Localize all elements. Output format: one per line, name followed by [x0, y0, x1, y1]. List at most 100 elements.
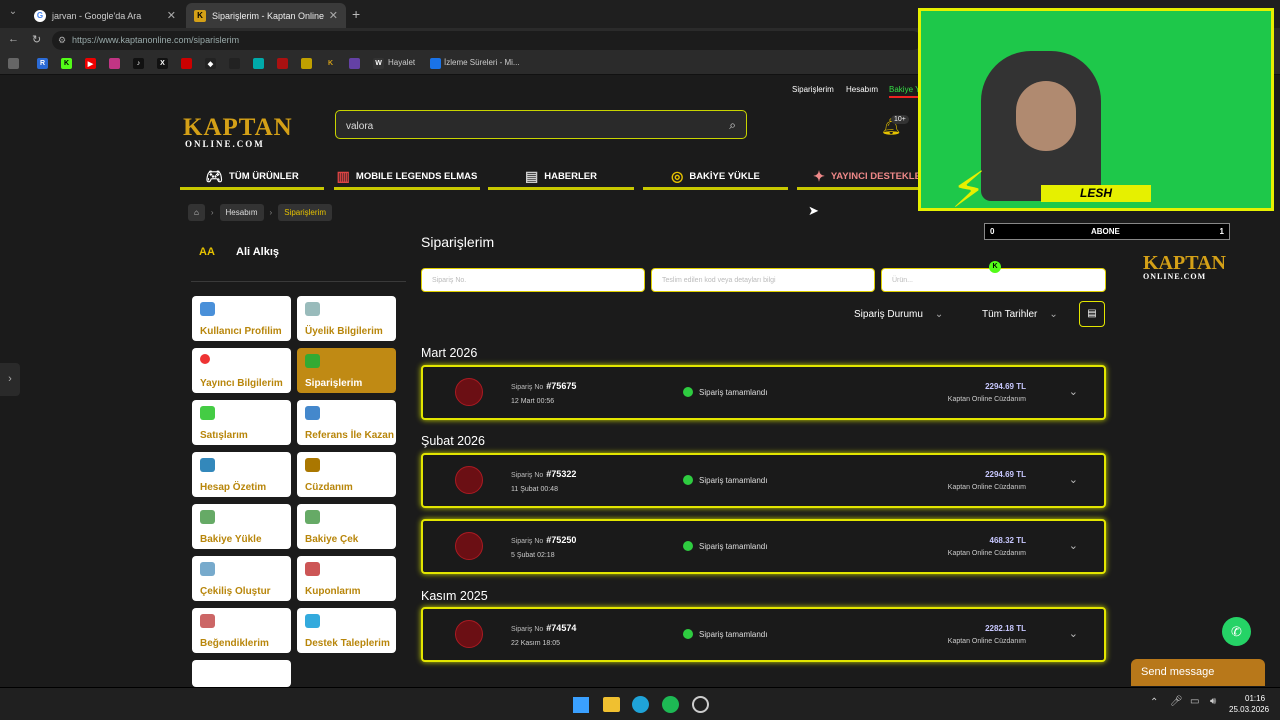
card-label: Cüzdanım	[305, 482, 353, 493]
nav-all-products[interactable]: 🎮︎ TÜM ÜRÜNLER	[180, 165, 324, 190]
top-link-balance[interactable]: Bakiye Y	[889, 85, 920, 94]
sidebar-item-orders[interactable]: Siparişlerim	[297, 348, 396, 393]
nav-label: BAKİYE YÜKLE	[689, 170, 760, 182]
sidebar-item-load[interactable]: Bakiye Yükle	[192, 504, 291, 549]
logo-bottom: ONLINE.COM	[185, 139, 265, 149]
status-badge: Sipariş tamamlandı	[683, 387, 767, 397]
youtube-icon[interactable]: ▶	[85, 58, 96, 69]
edge-icon[interactable]	[632, 696, 649, 713]
abone-right: 1	[1219, 227, 1224, 236]
reload-icon[interactable]: ↻	[32, 33, 41, 46]
sidebar-item-wallet[interactable]: Cüzdanım	[297, 452, 396, 497]
bookmark-icon[interactable]: W	[373, 58, 384, 69]
twitch-icon[interactable]	[349, 58, 360, 69]
nav-news[interactable]: ▤ HABERLER	[488, 165, 634, 190]
sidebar-item-sales[interactable]: Satışlarım	[192, 400, 291, 445]
new-tab-icon[interactable]: +	[352, 6, 360, 22]
chevron-down-icon[interactable]: ⌄	[1069, 627, 1078, 640]
home-icon[interactable]: ⌂	[188, 204, 205, 221]
close-icon[interactable]: ✕	[329, 9, 338, 22]
url-field[interactable]: ⚙ https://www.kaptanonline.com/siparisle…	[52, 31, 922, 50]
side-panel-toggle[interactable]: ›	[0, 363, 20, 396]
bookmark-icon[interactable]	[253, 58, 264, 69]
bookmark-hayalet[interactable]: Hayalet	[388, 58, 415, 67]
site-info-icon[interactable]: ⚙	[58, 31, 66, 50]
chevron-up-icon[interactable]: ⌃	[1150, 697, 1158, 708]
sidebar-item-support[interactable]: Destek Taleplerim	[297, 608, 396, 653]
chevron-down-icon[interactable]: ⌄	[1069, 473, 1078, 486]
sidebar-item-favorites[interactable]: Beğendiklerim	[192, 608, 291, 653]
sidebar-item-withdraw[interactable]: Bakiye Çek	[297, 504, 396, 549]
mic-icon[interactable]: 🎤︎	[1170, 696, 1183, 707]
kaptan-icon[interactable]: K	[325, 58, 336, 69]
clock-date[interactable]: 25.03.2026	[1229, 705, 1269, 714]
card-label: Siparişlerim	[305, 378, 363, 389]
order-row[interactable]: Sipariş No #75322 11 Şubat 00:48 Sipariş …	[421, 453, 1106, 508]
github-icon[interactable]	[229, 58, 240, 69]
order-id: #75250	[546, 535, 577, 545]
ticket-icon	[305, 614, 320, 628]
sidebar-item-profile[interactable]: Kullanıcı Profilim	[192, 296, 291, 341]
sidebar-item-streamer[interactable]: Yayıncı Bilgilerim	[192, 348, 291, 393]
tiktok-icon[interactable]: ♪	[133, 58, 144, 69]
sidebar-item-more[interactable]	[192, 660, 291, 687]
status-dropdown[interactable]: Sipariş Durumu ⌄	[854, 309, 943, 320]
top-link-account[interactable]: Hesabım	[846, 85, 878, 94]
kick-icon[interactable]: K	[61, 58, 72, 69]
chevron-down-icon[interactable]: ⌄	[1069, 539, 1078, 552]
sidebar-item-summary[interactable]: Hesap Özetim	[192, 452, 291, 497]
tab-kaptan[interactable]: K Siparişlerim - Kaptan Online ✕	[186, 3, 346, 28]
sidebar-item-giveaway[interactable]: Çekiliş Oluştur	[192, 556, 291, 601]
search-input[interactable]: valora ⌕	[335, 110, 747, 139]
bookmark-icon[interactable]	[181, 58, 192, 69]
nav-load-balance[interactable]: ◎ BAKİYE YÜKLE	[643, 165, 788, 190]
bookmark-icon[interactable]: R	[37, 58, 48, 69]
top-link-orders[interactable]: Siparişlerim	[792, 85, 834, 94]
code-search-input[interactable]: Teslim edilen kod veya detayları bilgi	[651, 268, 875, 292]
card-label: Hesap Özetim	[200, 482, 267, 493]
bookmark-izleme[interactable]: İzleme Süreleri - Mi...	[444, 58, 520, 67]
order-no-input[interactable]: Sipariş No.	[421, 268, 645, 292]
tab-list-button[interactable]: ⌄	[4, 6, 22, 22]
chevron-down-icon[interactable]: ⌄	[1069, 385, 1078, 398]
mouse-cursor-icon: ➤	[808, 203, 819, 218]
order-row[interactable]: Sipariş No #75250 5 Şubat 02:18 Sipariş t…	[421, 519, 1106, 574]
instagram-icon[interactable]	[109, 58, 120, 69]
bookmark-icon[interactable]	[430, 58, 441, 69]
apps-icon[interactable]	[8, 58, 19, 69]
bookmark-icon[interactable]: ◆	[205, 58, 216, 69]
order-row[interactable]: Sipariş No #74574 22 Kasım 18:05 Sipariş …	[421, 607, 1106, 662]
monitor-icon[interactable]: ▭	[1190, 696, 1199, 707]
breadcrumb-orders: Siparişlerim	[278, 204, 332, 221]
order-row[interactable]: Sipariş No #75675 12 Mart 00:56 Sipariş t…	[421, 365, 1106, 420]
app-icon[interactable]	[692, 696, 709, 713]
file-explorer-icon[interactable]	[603, 697, 620, 712]
status-text: Sipariş tamamlandı	[699, 629, 768, 639]
sidebar-item-membership[interactable]: Üyelik Bilgilerim	[297, 296, 396, 341]
shop-icon: ▥	[336, 167, 350, 184]
export-icon[interactable]: ▤	[1079, 301, 1105, 327]
windows-start-icon[interactable]	[573, 697, 589, 713]
nav-mobile-legends[interactable]: ▥ MOBILE LEGENDS ELMAS	[334, 165, 480, 190]
breadcrumb-account[interactable]: Hesabım	[219, 204, 264, 221]
avatar	[455, 378, 483, 406]
sidebar-item-coupons[interactable]: Kuponlarım	[297, 556, 396, 601]
date-dropdown[interactable]: Tüm Tarihler ⌄	[982, 309, 1058, 320]
bookmark-icon[interactable]	[301, 58, 312, 69]
search-icon[interactable]: ⌕	[729, 118, 736, 133]
bookmark-icon[interactable]	[277, 58, 288, 69]
order-date: 12 Mart 00:56	[511, 398, 555, 405]
nav-streamer-support[interactable]: ✦ YAYINCI DESTEKLE	[797, 165, 937, 190]
speaker-icon[interactable]: 🔊︎	[1210, 696, 1216, 707]
send-message-button[interactable]: Send message	[1131, 659, 1265, 686]
sidebar-item-referral[interactable]: Referans İle Kazan	[297, 400, 396, 445]
tab-google[interactable]: G jarvan - Google'da Ara ✕	[26, 3, 184, 28]
x-icon[interactable]: X	[157, 58, 168, 69]
close-icon[interactable]: ✕	[167, 9, 176, 22]
clock-time[interactable]: 01:16	[1245, 694, 1265, 703]
site-logo[interactable]: KAPTAN ONLINE.COM	[183, 115, 293, 149]
spotify-icon[interactable]	[662, 696, 679, 713]
dropdown-label: Tüm Tarihler	[982, 309, 1038, 320]
back-icon[interactable]: ←	[8, 33, 19, 45]
whatsapp-icon[interactable]: ✆	[1222, 617, 1251, 646]
